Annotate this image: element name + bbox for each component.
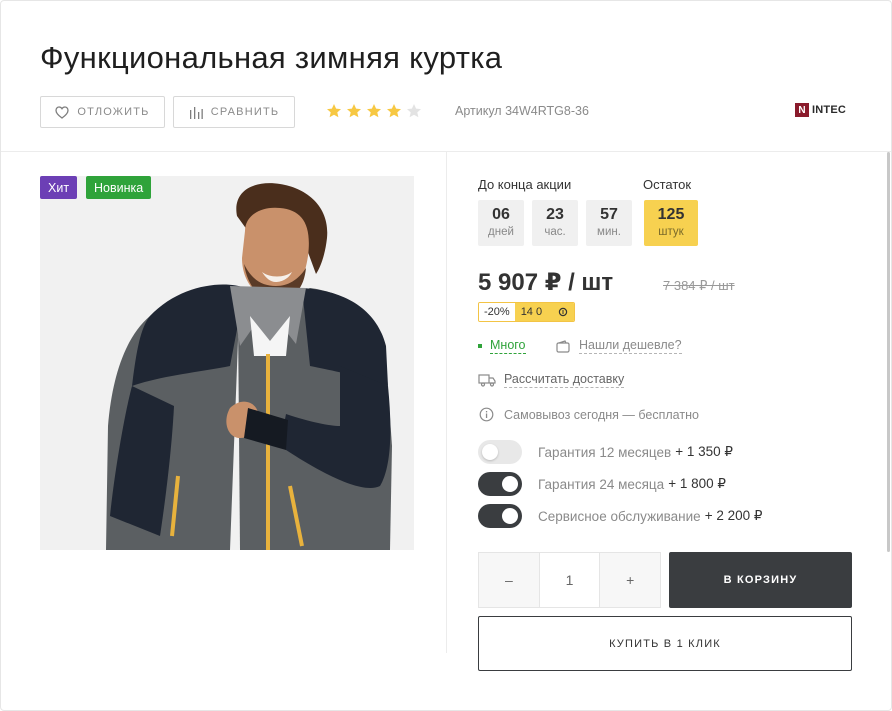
found-cheaper-link[interactable]: Нашли дешевле? xyxy=(556,338,682,354)
discount-percent: -20% xyxy=(479,303,515,321)
toggle-knob xyxy=(482,444,498,460)
economy-amount: 14 0 xyxy=(514,303,575,321)
service-option[interactable]: Сервисное обслуживание + 2 200 ₽ xyxy=(478,504,762,528)
add-to-cart-button[interactable]: В КОРЗИНУ xyxy=(669,552,852,608)
timer-minutes: 57 мин. xyxy=(586,200,632,246)
service-toggle[interactable] xyxy=(478,504,522,528)
service-price: + 1 350 ₽ xyxy=(675,444,733,459)
decrease-quantity-button[interactable]: – xyxy=(479,553,539,607)
availability-link[interactable]: Много xyxy=(490,338,526,354)
timer-minutes-value: 57 xyxy=(600,206,618,223)
increase-quantity-button[interactable]: + xyxy=(600,553,661,607)
service-label: Гарантия 24 месяца xyxy=(538,476,665,492)
timer-hours-value: 23 xyxy=(546,206,564,223)
info-icon xyxy=(479,407,494,422)
economy-value: 14 0 xyxy=(520,306,543,318)
heart-icon xyxy=(55,105,70,119)
jacket-illustration xyxy=(40,176,414,550)
timer-hours-unit: час. xyxy=(544,226,566,238)
stock-value: 125 xyxy=(657,206,685,223)
coin-icon xyxy=(558,307,568,317)
calc-delivery-link[interactable]: Рассчитать доставку xyxy=(478,372,625,388)
article-number: Артикул 34W4RTG8-36 xyxy=(455,104,589,118)
brand-mark: N xyxy=(795,103,809,117)
postpone-button[interactable]: ОТЛОЖИТЬ xyxy=(40,96,165,128)
stock-counter: 125 штук xyxy=(644,200,698,246)
service-option[interactable]: Гарантия 12 месяцев + 1 350 ₽ xyxy=(478,440,733,464)
product-title: Функциональная зимняя куртка xyxy=(40,40,503,75)
column-divider xyxy=(446,152,447,653)
star-icon[interactable] xyxy=(406,103,422,119)
pickup-label: Самовывоз сегодня — бесплатно xyxy=(504,407,699,422)
service-price: + 2 200 ₽ xyxy=(704,508,763,523)
wallet-icon xyxy=(556,339,570,353)
brand-logo[interactable]: N INTEC xyxy=(795,103,846,117)
scrollbar[interactable] xyxy=(887,152,890,552)
star-icon[interactable] xyxy=(326,103,342,119)
stock-label: Остаток xyxy=(643,177,692,192)
pickup-info: Самовывоз сегодня — бесплатно xyxy=(479,407,699,422)
service-toggle[interactable] xyxy=(478,440,522,464)
timer-minutes-unit: мин. xyxy=(597,226,621,238)
bar-chart-icon xyxy=(189,106,203,119)
service-option[interactable]: Гарантия 24 месяца + 1 800 ₽ xyxy=(478,472,726,496)
availability-status[interactable]: Много xyxy=(478,338,526,354)
timer-days: 06 дней xyxy=(478,200,524,246)
star-icon[interactable] xyxy=(366,103,382,119)
star-icon[interactable] xyxy=(386,103,402,119)
calc-delivery-label: Рассчитать доставку xyxy=(504,372,625,388)
star-icon[interactable] xyxy=(346,103,362,119)
service-price: + 1 800 ₽ xyxy=(668,476,726,491)
timer-days-value: 06 xyxy=(492,206,510,223)
service-label: Гарантия 12 месяцев xyxy=(538,444,672,460)
current-price: 5 907 ₽ / шт xyxy=(478,269,614,296)
toggle-knob xyxy=(502,508,518,524)
badge-new: Новинка xyxy=(86,176,152,199)
truck-icon xyxy=(478,374,496,387)
postpone-label: ОТЛОЖИТЬ xyxy=(77,106,150,118)
timer-hours: 23 час. xyxy=(532,200,578,246)
service-toggle[interactable] xyxy=(478,472,522,496)
buy-one-click-button[interactable]: КУПИТЬ В 1 КЛИК xyxy=(478,616,852,671)
in-stock-dot xyxy=(478,344,482,348)
quantity-stepper[interactable]: – 1 + xyxy=(478,552,661,608)
compare-button[interactable]: СРАВНИТЬ xyxy=(173,96,295,128)
discount-badge: -20% 14 0 xyxy=(478,302,576,322)
product-image[interactable] xyxy=(40,176,414,550)
stock-unit: штук xyxy=(658,226,684,238)
brand-name: INTEC xyxy=(812,103,846,116)
found-cheaper-label: Нашли дешевле? xyxy=(579,338,682,354)
badge-hit: Хит xyxy=(40,176,78,199)
quantity-input[interactable]: 1 xyxy=(538,553,601,607)
toggle-knob xyxy=(502,476,518,492)
timer-days-unit: дней xyxy=(488,226,514,238)
product-rating[interactable] xyxy=(326,103,422,119)
promo-timer-label: До конца акции xyxy=(478,177,572,192)
service-label: Сервисное обслуживание xyxy=(538,508,701,524)
old-price: 7 384 ₽ / шт xyxy=(663,278,735,293)
compare-label: СРАВНИТЬ xyxy=(210,106,280,118)
